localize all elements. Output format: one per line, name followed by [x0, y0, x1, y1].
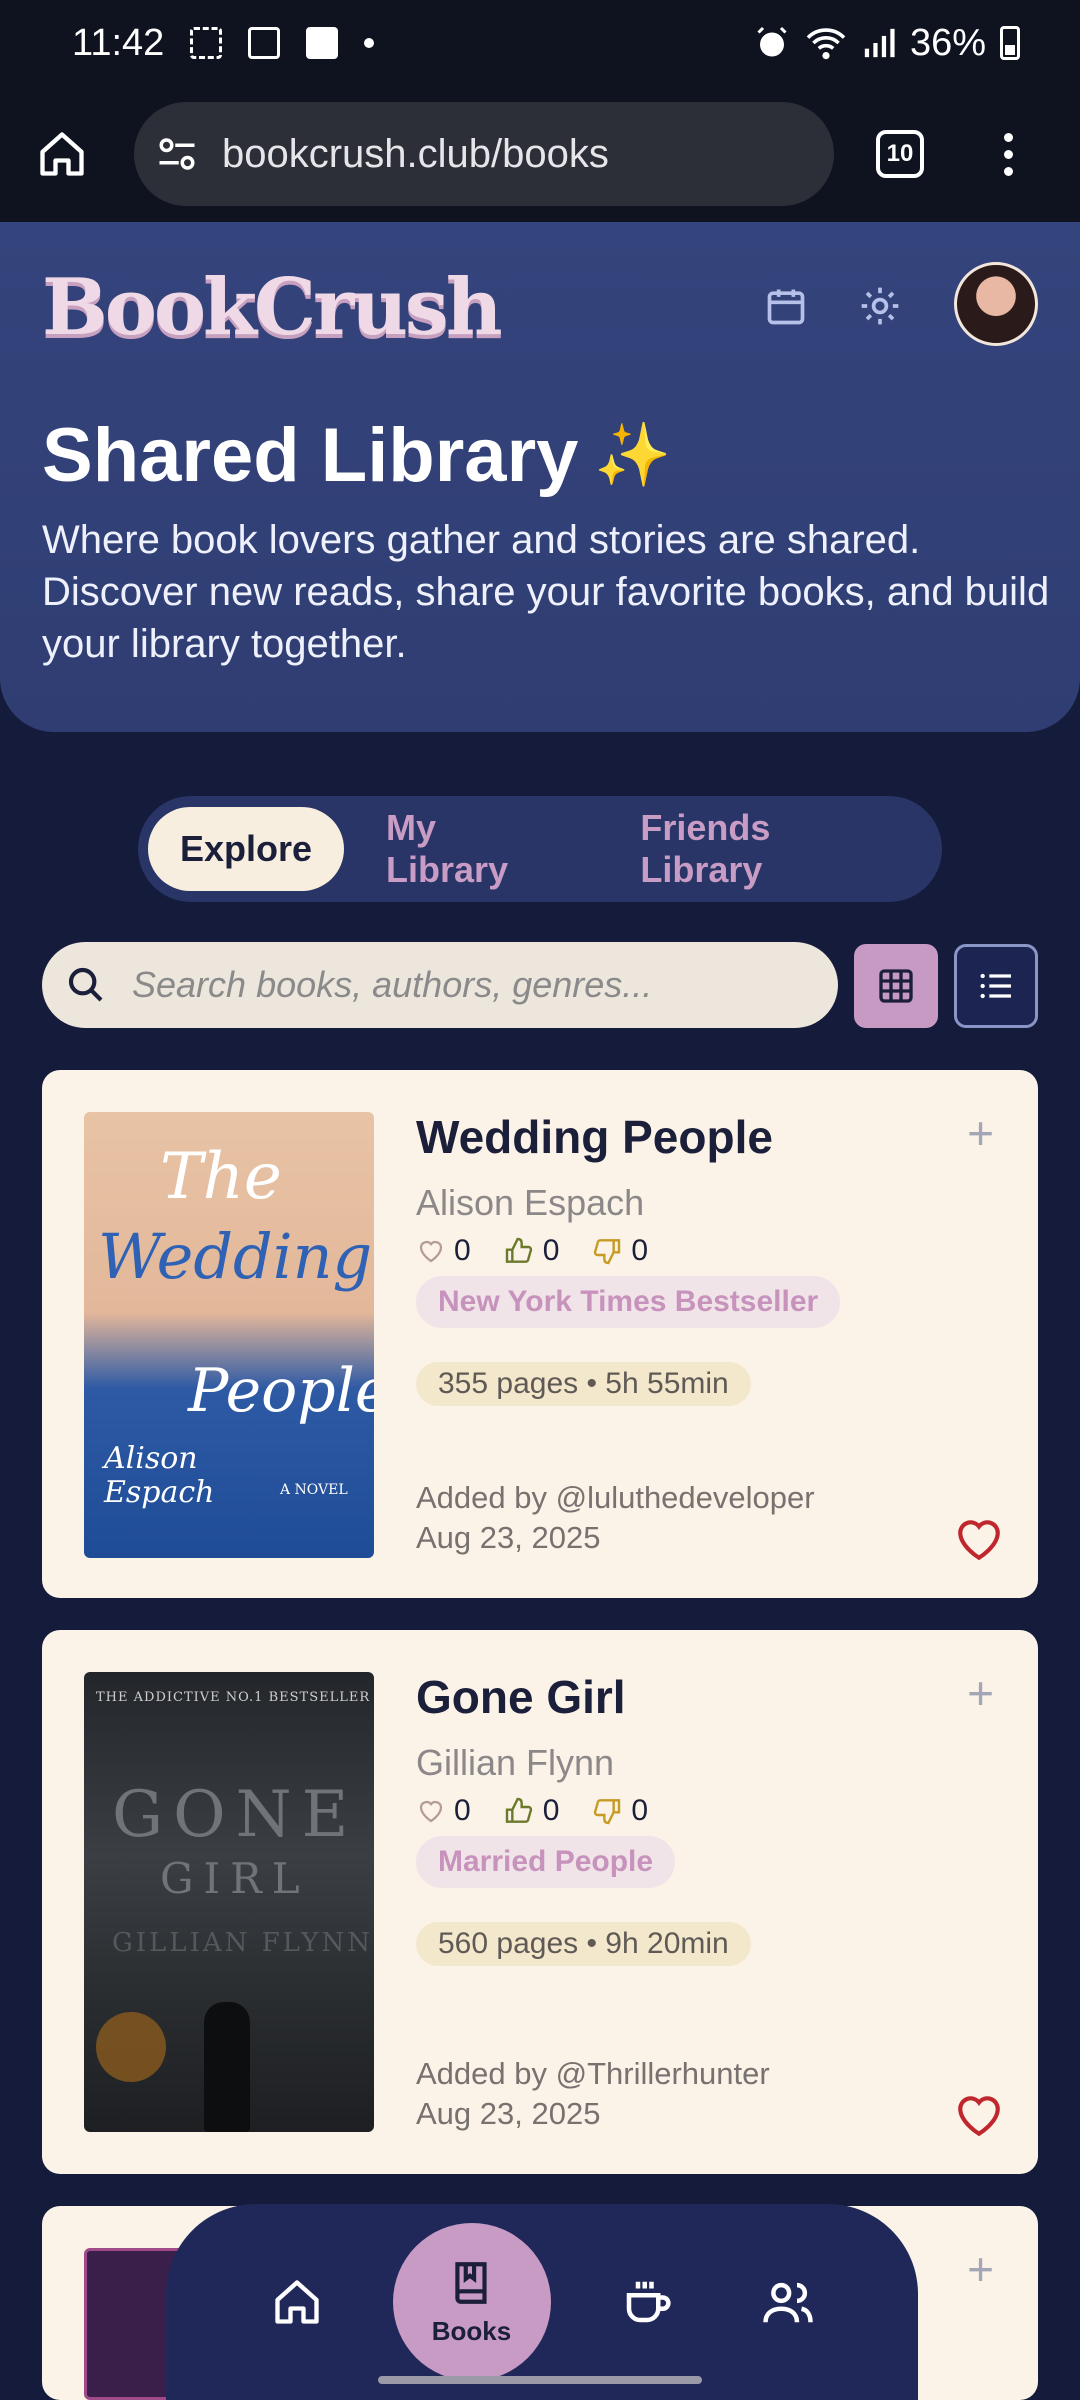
site-settings-icon[interactable]	[156, 133, 198, 175]
cover-title-line: People	[188, 1356, 374, 1426]
cover-title-line: The	[160, 1140, 282, 1214]
book-length-badge: 560 pages • 9h 20min	[416, 1922, 751, 1966]
cover-seal	[96, 2012, 166, 2082]
book-length-badge: 355 pages • 5h 55min	[416, 1362, 751, 1406]
battery-percent: 36%	[909, 21, 986, 64]
nav-friends[interactable]	[743, 2257, 833, 2347]
cover-tagline: THE ADDICTIVE NO.1 BESTSELLER	[96, 1690, 371, 1705]
book-author: Gillian Flynn	[416, 1742, 615, 1783]
grid-view-button[interactable]	[854, 944, 938, 1028]
reactions-row: 0 0 0	[416, 1234, 670, 1268]
thumbs-up-count: 0	[542, 1234, 560, 1267]
tab-friends-library[interactable]: Friends Library	[608, 807, 932, 891]
page-title-text: Shared Library	[42, 413, 579, 498]
added-date: Aug 23, 2025	[416, 1520, 601, 1555]
tab-explore[interactable]: Explore	[148, 807, 345, 891]
like-count: 0	[454, 1794, 471, 1827]
book-title[interactable]: Gone Girl	[416, 1670, 626, 1724]
user-avatar[interactable]	[954, 262, 1038, 346]
add-to-library-button[interactable]: +	[967, 1666, 994, 1720]
search-bar	[42, 942, 838, 1028]
like-count: 0	[454, 1234, 471, 1267]
tab-switcher-button[interactable]: 10	[876, 130, 924, 178]
status-time: 11:42	[72, 21, 165, 64]
thumbs-down-icon[interactable]	[591, 1235, 623, 1267]
page-subtitle: Where book lovers gather and stories are…	[42, 518, 1050, 666]
nav-books[interactable]: Books	[392, 2223, 551, 2381]
search-icon	[68, 967, 103, 1002]
browser-toolbar: bookcrush.club/books 10	[0, 86, 1080, 222]
favorite-heart-icon[interactable]	[954, 2092, 1004, 2138]
battery-icon	[1000, 26, 1020, 60]
page-title: Shared Library ✨	[42, 412, 672, 499]
added-by-info: Added by @Thrillerhunter Aug 23, 2025	[416, 2054, 770, 2134]
library-tabs: Explore My Library Friends Library	[138, 796, 942, 902]
list-icon	[980, 973, 1011, 999]
book-cover-wedding-people[interactable]: The Wedding People Alison Espach A NOVEL	[84, 1112, 374, 1558]
url-bar[interactable]: bookcrush.club/books	[134, 102, 834, 206]
cover-author: Alison Espach	[104, 1441, 215, 1510]
added-by-user: Added by @luluthedeveloper	[416, 1480, 815, 1515]
calendar-icon[interactable]	[764, 284, 808, 328]
added-by-info: Added by @luluthedeveloper Aug 23, 2025	[416, 1478, 815, 1558]
cover-author: GILLIAN FLYNN	[112, 1928, 373, 1958]
list-view-button[interactable]	[954, 944, 1038, 1028]
settings-gear-icon[interactable]	[858, 284, 902, 328]
hero-header: BookCrush Shared Library ✨ Where book lo…	[0, 222, 1080, 732]
book-icon	[454, 2261, 487, 2304]
bottom-navigation: Books	[166, 2204, 918, 2400]
thumbs-up-count: 0	[542, 1794, 560, 1827]
more-menu-icon[interactable]	[1004, 132, 1013, 176]
book-title[interactable]: Wedding People	[416, 1110, 773, 1164]
wifi-icon	[806, 28, 846, 60]
book-card[interactable]: The Wedding People Alison Espach A NOVEL…	[42, 1070, 1038, 1598]
grid-icon	[879, 969, 913, 1003]
status-bar: 11:42 36%	[0, 0, 1080, 86]
coffee-cup-icon	[626, 2281, 671, 2323]
like-heart-icon[interactable]	[416, 1236, 446, 1266]
notification-dot-icon	[364, 38, 375, 48]
gesture-home-bar[interactable]	[378, 2376, 702, 2384]
add-to-library-button[interactable]: +	[967, 1106, 994, 1160]
alarm-icon	[757, 26, 787, 57]
cover-title-line: GONE	[112, 1778, 359, 1852]
thumbs-up-icon[interactable]	[503, 1795, 535, 1827]
screen-record-icon	[248, 27, 281, 59]
added-date: Aug 23, 2025	[416, 2096, 601, 2131]
reactions-row: 0 0 0	[416, 1794, 670, 1828]
thumbs-down-count: 0	[631, 1234, 649, 1267]
users-icon	[762, 2282, 813, 2323]
like-heart-icon[interactable]	[416, 1796, 446, 1826]
book-author: Alison Espach	[416, 1182, 645, 1223]
nav-books-label: Books	[431, 2315, 512, 2346]
search-input[interactable]	[132, 964, 812, 1006]
added-by-user: Added by @Thrillerhunter	[416, 2056, 770, 2091]
cover-title-line: Wedding	[98, 1220, 373, 1293]
thumbs-down-count: 0	[631, 1794, 649, 1827]
tab-my-library[interactable]: My Library	[354, 807, 598, 891]
sparkles-icon: ✨	[594, 421, 672, 490]
thumbs-down-icon[interactable]	[591, 1795, 623, 1827]
screenshot-icon	[190, 27, 223, 59]
thumbs-up-icon[interactable]	[503, 1235, 535, 1267]
book-tag[interactable]: Married People	[416, 1836, 676, 1888]
cover-title-line: GIRL	[160, 1854, 310, 1903]
add-to-library-button[interactable]: +	[967, 2242, 994, 2296]
home-icon	[274, 2280, 319, 2324]
home-icon[interactable]	[36, 128, 88, 180]
book-tag[interactable]: New York Times Bestseller	[416, 1276, 841, 1328]
nav-cafe[interactable]	[602, 2257, 692, 2347]
signal-icon	[864, 28, 895, 58]
url-text: bookcrush.club/books	[222, 131, 609, 176]
cover-figure	[204, 2002, 250, 2132]
cast-icon	[306, 27, 339, 59]
nav-home[interactable]	[252, 2257, 342, 2347]
book-cover-gone-girl[interactable]: THE ADDICTIVE NO.1 BESTSELLER GONE GIRL …	[84, 1672, 374, 2132]
bookcrush-logo[interactable]: BookCrush	[42, 262, 503, 353]
cover-note: A NOVEL	[280, 1482, 348, 1498]
book-card[interactable]: THE ADDICTIVE NO.1 BESTSELLER GONE GIRL …	[42, 1630, 1038, 2174]
favorite-heart-icon[interactable]	[954, 1516, 1004, 1562]
